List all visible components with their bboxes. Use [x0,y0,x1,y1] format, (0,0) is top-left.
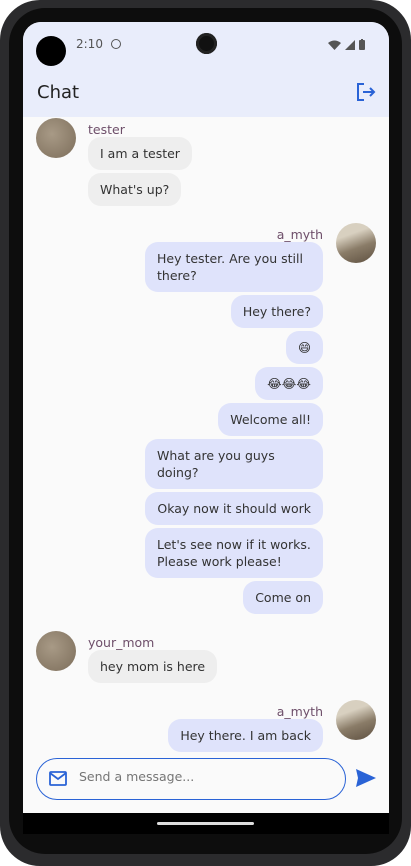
screen: 2:10 Chat tester I am a tester What's up? a… [23,22,389,834]
status-time: 2:10 [76,37,103,51]
message-bubble[interactable]: Hey there? [230,295,323,328]
logout-icon[interactable] [355,81,377,103]
camera-cutout [196,33,217,54]
bubbles: hey mom is here [88,650,389,686]
status-dot [36,36,66,66]
message-group: tester I am a tester What's up? [23,118,389,209]
message-group: a_myth Hey there. I am back [23,700,389,755]
message-bubble[interactable]: Hey tester. Are you still there? [145,242,323,292]
message-bubble[interactable]: Okay now it should work [145,492,323,525]
message-group: your_mom hey mom is here [23,631,389,686]
send-icon[interactable] [356,769,376,787]
notification-icon [111,39,121,49]
battery-icon [359,39,365,50]
message-bubble[interactable]: 😂😂😂 [255,367,323,400]
message-bubble[interactable]: I am a tester [88,137,192,170]
message-bubble[interactable]: Hey there. I am back [168,719,323,752]
message-bubble[interactable]: Let's see now if it works. Please work p… [145,528,323,578]
avatar[interactable] [336,223,376,263]
app-bar: 2:10 Chat [23,22,389,117]
message-input-field[interactable] [36,758,346,800]
wifi-icon [328,40,341,50]
phone-frame: 2:10 Chat tester I am a tester What's up? a… [0,0,411,866]
message-bubble[interactable]: Welcome all! [218,403,323,436]
page-title: Chat [37,82,80,103]
message-bubble[interactable]: hey mom is here [88,650,218,683]
message-bubble[interactable]: 😄 [285,331,323,364]
username: your_mom [88,635,155,650]
username: tester [88,122,125,137]
message-group: a_myth Hey tester. Are you still there? He… [23,223,389,617]
message-list[interactable]: tester I am a tester What's up? a_myth Hey t… [23,118,389,834]
message-input[interactable] [79,769,329,784]
bubbles: Hey tester. Are you still there? Hey ther… [145,242,323,617]
mail-icon [49,771,67,786]
username: a_myth [276,227,323,242]
bubbles: I am a tester What's up? [88,137,389,209]
avatar[interactable] [336,700,376,740]
message-bubble[interactable]: What are you guys doing? [145,439,323,489]
username: a_myth [276,704,323,719]
avatar[interactable] [36,631,76,671]
avatar[interactable] [36,118,76,158]
home-handle[interactable] [157,822,254,825]
navigation-bar [23,813,389,834]
signal-icon [345,40,355,50]
bubbles: Hey there. I am back [168,719,323,755]
message-bubble[interactable]: Come on [243,581,323,614]
system-icons [328,39,365,50]
message-bubble[interactable]: What's up? [88,173,182,206]
